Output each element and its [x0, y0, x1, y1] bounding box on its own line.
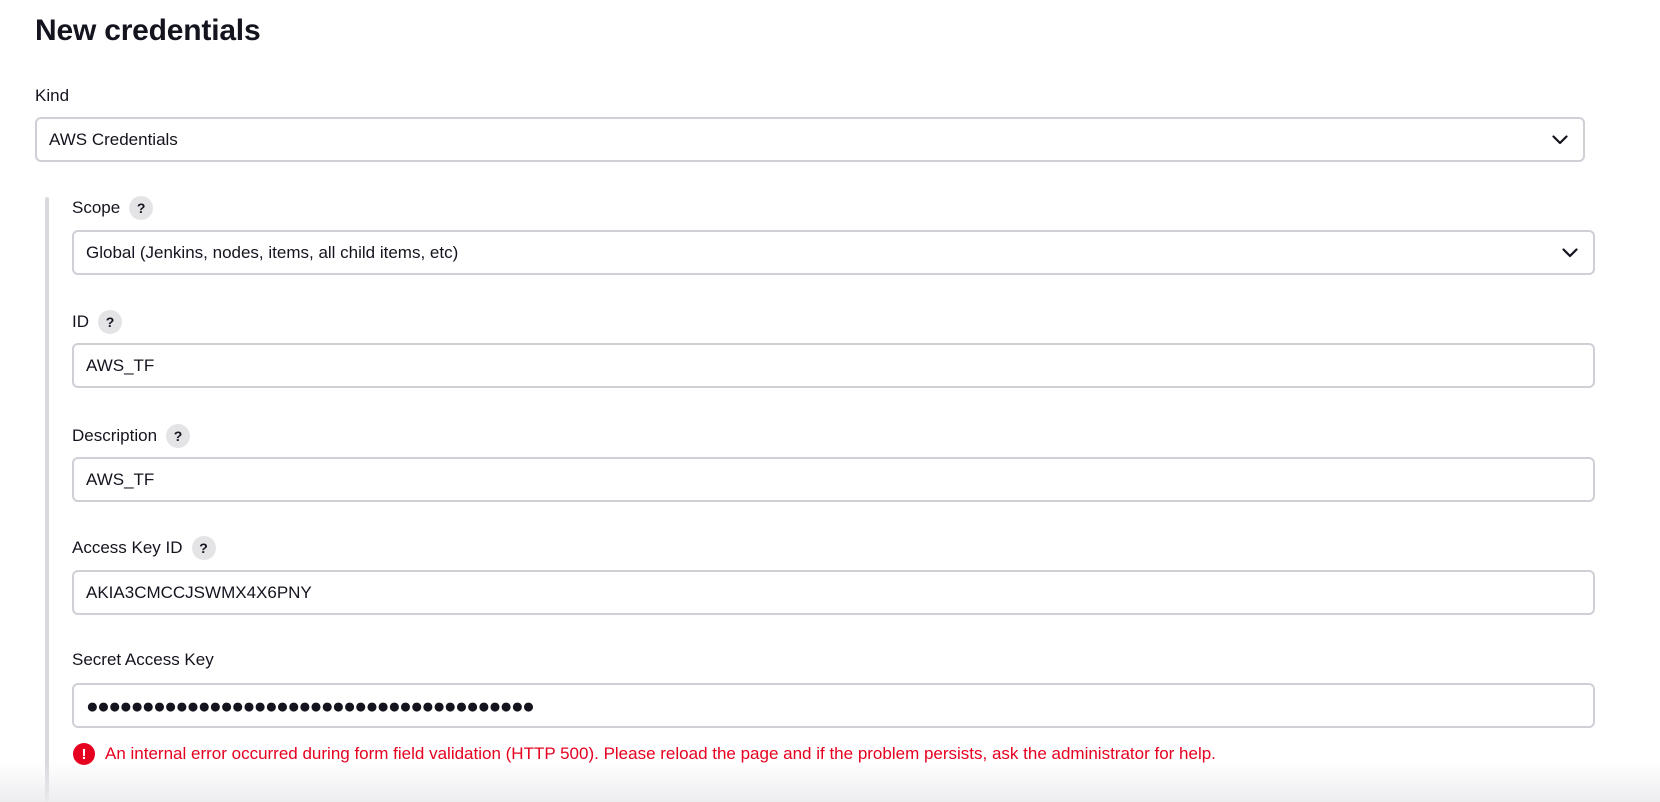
description-help-icon[interactable]: ? — [166, 424, 191, 448]
access-key-id-help-icon[interactable]: ? — [191, 536, 216, 560]
scope-label: Scope ? — [72, 196, 154, 220]
access-key-id-input[interactable]: AKIA3CMCCJSWMX4X6PNY — [72, 570, 1595, 615]
scope-select[interactable]: Global (Jenkins, nodes, items, all child… — [72, 230, 1595, 275]
kind-select-value: AWS Credentials — [49, 129, 178, 149]
id-label: ID ? — [72, 310, 122, 334]
description-input[interactable]: AWS_TF — [72, 457, 1595, 502]
kind-label: Kind — [35, 86, 69, 106]
scope-select-value: Global (Jenkins, nodes, items, all child… — [86, 242, 459, 262]
chevron-down-icon — [1561, 244, 1579, 262]
id-label-text: ID — [72, 312, 89, 331]
description-input-value: AWS_TF — [86, 469, 155, 489]
kind-label-text: Kind — [35, 86, 70, 105]
scope-help-icon[interactable]: ? — [129, 196, 154, 220]
page-title: New credentials — [35, 14, 261, 47]
access-key-id-label: Access Key ID ? — [72, 536, 216, 560]
exclamation-circle-icon: ! — [73, 743, 95, 765]
secret-access-key-input-value: ●●●●●●●●●●●●●●●●●●●●●●●●●●●●●●●●●●●●●●●● — [86, 695, 535, 717]
chevron-down-icon — [1551, 131, 1569, 149]
kind-select[interactable]: AWS Credentials — [35, 117, 1585, 162]
nested-section-border — [45, 197, 49, 802]
secret-access-key-label: Secret Access Key — [72, 650, 214, 670]
bottom-fade — [0, 762, 1660, 802]
id-input[interactable]: AWS_TF — [72, 343, 1595, 388]
access-key-id-label-text: Access Key ID — [72, 538, 183, 557]
description-label-text: Description — [72, 426, 158, 445]
access-key-id-input-value: AKIA3CMCCJSWMX4X6PNY — [86, 582, 312, 602]
validation-error-message: An internal error occurred during form f… — [105, 744, 1216, 763]
id-help-icon[interactable]: ? — [98, 310, 122, 334]
description-label: Description ? — [72, 424, 191, 448]
secret-access-key-label-text: Secret Access Key — [72, 650, 214, 669]
secret-access-key-input[interactable]: ●●●●●●●●●●●●●●●●●●●●●●●●●●●●●●●●●●●●●●●● — [72, 683, 1595, 728]
scope-label-text: Scope — [72, 198, 121, 217]
validation-error: ! An internal error occurred during form… — [73, 743, 1216, 765]
id-input-value: AWS_TF — [86, 355, 155, 375]
